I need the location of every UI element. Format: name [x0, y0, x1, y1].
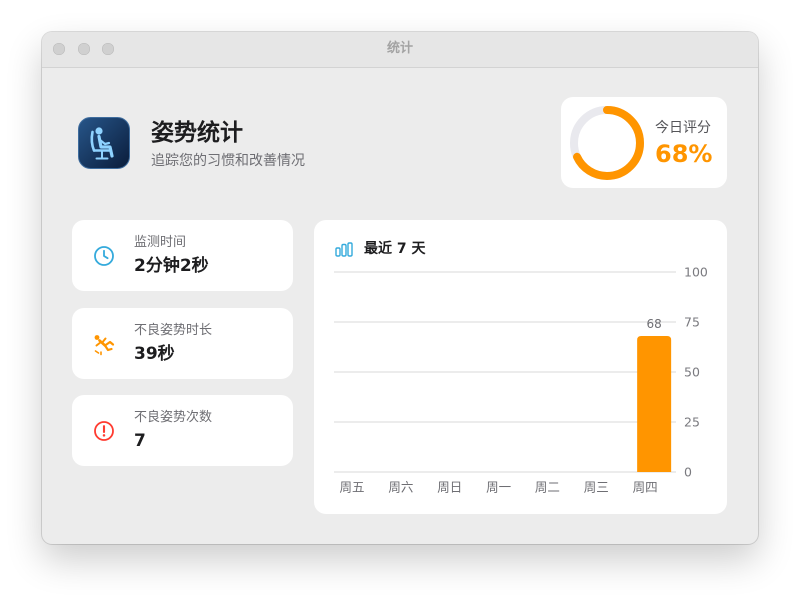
score-label: 今日评分: [655, 120, 711, 136]
x-tick-label: 周日: [437, 480, 462, 495]
stat-label: 不良姿势次数: [134, 410, 213, 425]
stat-value: 2分钟2秒: [134, 256, 209, 276]
window-title: 统计: [386, 41, 413, 56]
y-tick-label: 0: [684, 465, 692, 480]
stat-value: 7: [134, 431, 146, 451]
stat-card-bad-posture-count: 不良姿势次数 7: [72, 395, 293, 466]
score-value: 68%: [655, 140, 713, 168]
posture-chair-icon: [78, 117, 130, 169]
x-tick-label: 周四: [633, 480, 658, 495]
figure-fall-icon: [94, 335, 115, 356]
page-title: 姿势统计: [151, 120, 243, 146]
stats-window: 统计 姿势统计 追踪您的习惯和改善情况 今日评分 68% 监测时间 2分钟2秒 …: [42, 32, 758, 544]
chart-title: 最近 7 天: [364, 241, 426, 257]
weekly-bar-chart: 0 25 50 75 100 周五 周六 周日 周一 周二 周三 周四 68: [334, 265, 708, 495]
bar-chart-icon: [335, 242, 353, 257]
score-ring: [570, 106, 644, 180]
x-tick-label: 周六: [388, 480, 413, 495]
weekly-chart-card: 0 25 50 75 100 周五 周六 周日 周一 周二 周三 周四 68 最近 7 天: [314, 220, 727, 514]
y-tick-label: 100: [684, 265, 708, 280]
y-tick-label: 75: [684, 315, 700, 330]
stat-label: 监测时间: [134, 235, 187, 250]
x-tick-label: 周三: [584, 480, 609, 495]
title-bar: 统计: [42, 32, 758, 68]
stat-card-monitor-time: 监测时间 2分钟2秒: [72, 220, 293, 291]
stat-card-bad-posture-duration: 不良姿势时长 39秒: [72, 308, 293, 379]
y-tick-label: 50: [684, 365, 700, 380]
page-subtitle: 追踪您的习惯和改善情况: [151, 153, 305, 169]
daily-score-card: 今日评分 68%: [561, 97, 727, 188]
bar-value-label: 68: [647, 317, 662, 331]
exclamation-circle-icon: [94, 421, 114, 441]
x-tick-label: 周五: [339, 480, 364, 495]
x-tick-label: 周一: [486, 480, 511, 495]
stat-label: 不良姿势时长: [134, 323, 213, 338]
stat-value: 39秒: [134, 344, 175, 364]
y-tick-label: 25: [684, 415, 700, 430]
bar: [637, 336, 672, 472]
x-tick-label: 周二: [535, 480, 560, 495]
clock-icon: [94, 246, 114, 266]
